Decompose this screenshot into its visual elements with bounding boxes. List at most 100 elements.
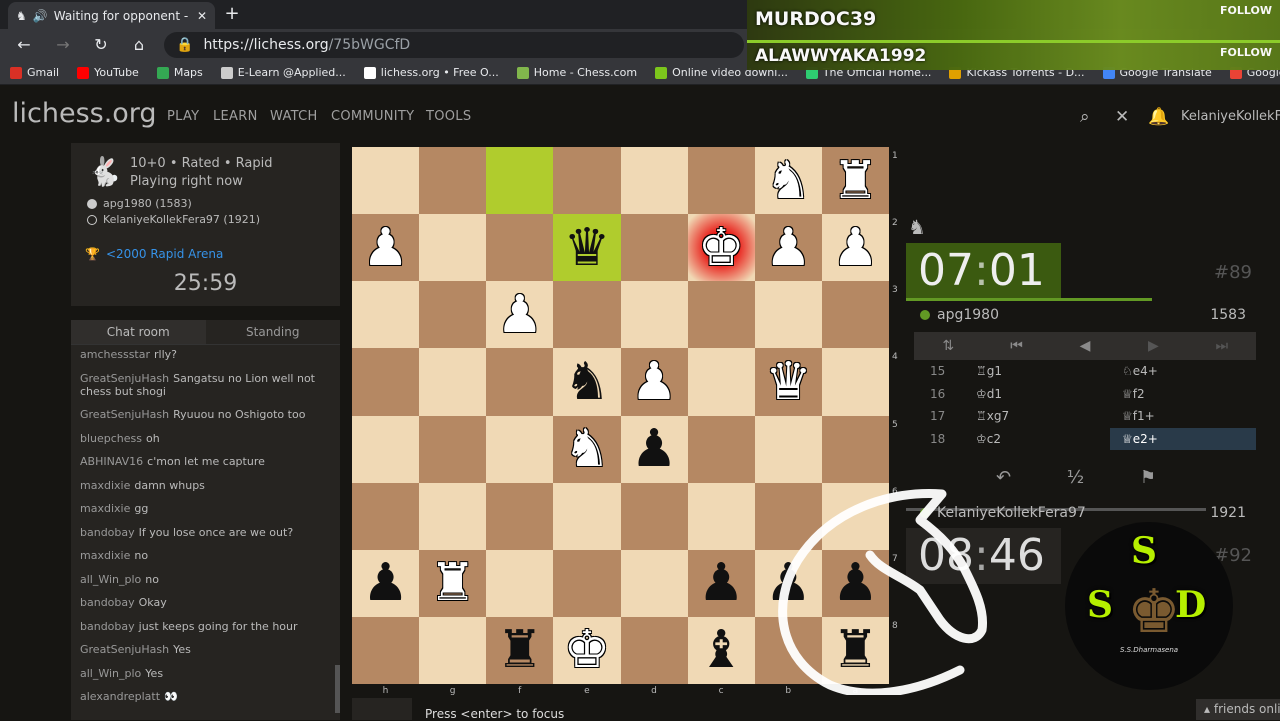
white-player[interactable]: apg1980 (1583)	[87, 197, 192, 210]
board-square[interactable]	[620, 214, 688, 282]
board-square[interactable]	[352, 147, 420, 215]
board-square[interactable]	[687, 348, 755, 416]
board-square[interactable]	[486, 214, 554, 282]
chess-piece[interactable]: ♟	[352, 214, 419, 281]
keyboard-input[interactable]	[352, 698, 412, 720]
board-square[interactable]	[352, 482, 420, 550]
chat-user[interactable]: bluepchess	[80, 432, 142, 445]
chess-piece[interactable]: ♚	[688, 214, 755, 281]
draw-offer-icon[interactable]: ½	[1067, 467, 1084, 488]
tab-standing[interactable]: Standing	[206, 320, 341, 344]
board-square[interactable]	[352, 616, 420, 684]
board-square[interactable]	[620, 482, 688, 550]
menu-learn[interactable]: LEARN	[213, 109, 258, 124]
bookmark-item[interactable]: Gmail	[10, 66, 59, 79]
friends-online-button[interactable]: ▴ friends online	[1196, 699, 1280, 720]
next-move-icon[interactable]: ▶	[1119, 338, 1187, 354]
bookmark-item[interactable]: Home - Chess.com	[516, 66, 637, 79]
white-move[interactable]: ♔c2	[964, 428, 1110, 451]
arena-link[interactable]: 🏆 <2000 Rapid Arena	[85, 247, 223, 261]
board-square[interactable]	[754, 281, 822, 349]
site-logo[interactable]: lichess.org	[12, 98, 157, 129]
board-square[interactable]	[486, 549, 554, 617]
menu-tools[interactable]: TOOLS	[426, 109, 471, 124]
chat-user[interactable]: GreatSenjuHash	[80, 372, 169, 385]
bookmark-item[interactable]: Maps	[156, 66, 203, 79]
chat-scrollbar[interactable]	[335, 665, 340, 713]
chess-piece[interactable]: ♜	[822, 147, 889, 214]
chess-piece[interactable]: ♟	[486, 281, 553, 348]
menu-play[interactable]: PLAY	[167, 109, 199, 124]
chess-piece[interactable]: ♞	[553, 348, 620, 415]
bookmark-item[interactable]: E-Learn @Applied...	[220, 66, 346, 79]
notification-bell-icon[interactable]: 🔔	[1148, 107, 1169, 127]
chess-piece[interactable]: ♞	[755, 147, 822, 214]
board-square[interactable]	[553, 482, 621, 550]
first-move-icon[interactable]: ⏮	[982, 338, 1050, 354]
chess-piece[interactable]: ♜	[486, 617, 553, 684]
board-square[interactable]	[821, 415, 889, 483]
chat-user[interactable]: maxdixie	[80, 502, 130, 515]
board-square[interactable]	[687, 482, 755, 550]
board-square[interactable]	[620, 549, 688, 617]
chat-user[interactable]: maxdixie	[80, 479, 130, 492]
menu-watch[interactable]: WATCH	[270, 109, 318, 124]
back-arrow-icon[interactable]: ←	[13, 34, 35, 56]
chess-piece[interactable]: ♟	[352, 550, 419, 617]
tab-chat-room[interactable]: Chat room	[71, 320, 206, 344]
forward-arrow-icon[interactable]: →	[52, 34, 74, 56]
chess-piece[interactable]: ♞	[553, 416, 620, 483]
board-square[interactable]	[419, 147, 487, 215]
home-icon[interactable]: ⌂	[128, 34, 150, 56]
board-square[interactable]	[754, 415, 822, 483]
board-square[interactable]	[821, 348, 889, 416]
user-menu[interactable]: KelaniyeKollekF	[1181, 109, 1280, 124]
board-square[interactable]	[687, 147, 755, 215]
white-move[interactable]: ♔d1	[964, 383, 1110, 406]
new-tab-button[interactable]: +	[222, 4, 242, 24]
chat-user[interactable]: all_Win_plo	[80, 573, 141, 586]
board-square[interactable]	[352, 281, 420, 349]
menu-community[interactable]: COMMUNITY	[331, 109, 414, 124]
board-square[interactable]	[821, 281, 889, 349]
chat-user[interactable]: bandobay	[80, 620, 135, 633]
board-square[interactable]	[352, 348, 420, 416]
board-square[interactable]	[419, 616, 487, 684]
black-player[interactable]: KelaniyeKollekFera97 (1921)	[87, 213, 260, 226]
chess-piece[interactable]: ♛	[755, 348, 822, 415]
chat-user[interactable]: GreatSenjuHash	[80, 643, 169, 656]
board-square[interactable]	[486, 415, 554, 483]
chat-user[interactable]: alexandreplatt	[80, 690, 160, 703]
chat-user[interactable]: bandobay	[80, 526, 135, 539]
chat-user[interactable]: GreatSenjuHash	[80, 408, 169, 421]
reload-icon[interactable]: ↻	[90, 34, 112, 56]
board-square[interactable]	[620, 147, 688, 215]
chess-piece[interactable]: ♟	[621, 348, 688, 415]
close-tab-icon[interactable]: ✕	[197, 9, 207, 23]
black-move[interactable]: ♕e2+	[1110, 427, 1256, 450]
board-square[interactable]	[419, 415, 487, 483]
browser-tab[interactable]: ♞ 🔊 Waiting for opponent - Play ✕	[8, 2, 215, 29]
black-move[interactable]: ♕f2	[1110, 383, 1256, 406]
top-player-row[interactable]: apg1980 1583	[906, 301, 1256, 329]
chess-piece[interactable]: ♟	[822, 214, 889, 281]
last-move-icon[interactable]: ⏭	[1188, 338, 1256, 354]
prev-move-icon[interactable]: ◀	[1051, 338, 1119, 354]
bookmark-item[interactable]: lichess.org • Free O...	[363, 66, 499, 79]
board-square[interactable]	[620, 616, 688, 684]
white-move[interactable]: ♖g1	[964, 360, 1110, 383]
search-icon[interactable]: ⌕	[1080, 107, 1090, 127]
board-square[interactable]	[486, 482, 554, 550]
board-square[interactable]	[419, 281, 487, 349]
chat-user[interactable]: bandobay	[80, 596, 135, 609]
white-move[interactable]: ♖xg7	[964, 405, 1110, 428]
board-square[interactable]	[553, 147, 621, 215]
chat-user[interactable]: maxdixie	[80, 549, 130, 562]
chess-piece[interactable]: ♟	[621, 416, 688, 483]
black-move[interactable]: ♕f1+	[1110, 405, 1256, 428]
chess-piece[interactable]: ♝	[688, 617, 755, 684]
flip-board-icon[interactable]: ⇅	[914, 338, 982, 354]
board-square[interactable]	[687, 281, 755, 349]
chess-piece[interactable]: ♟	[755, 214, 822, 281]
chess-piece[interactable]: ♚	[553, 617, 620, 684]
